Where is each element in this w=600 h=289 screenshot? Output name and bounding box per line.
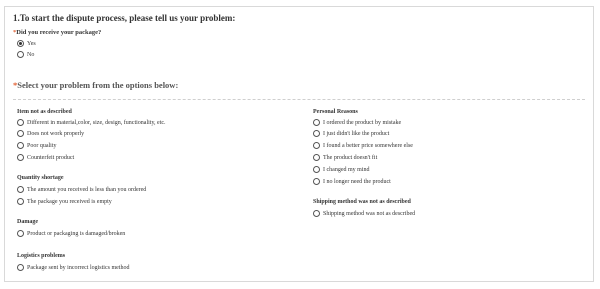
- radio-icon[interactable]: [313, 119, 320, 126]
- group-logistics: Logistics problems: [17, 253, 66, 259]
- radio-icon[interactable]: [17, 119, 24, 126]
- option-label: The amount you received is less than you…: [27, 186, 147, 193]
- option-label: Counterfeit product: [27, 154, 75, 161]
- radio-icon[interactable]: [17, 51, 24, 58]
- radio-icon[interactable]: [313, 178, 320, 185]
- received-no-option[interactable]: No: [17, 51, 34, 58]
- option-label: Product or packaging is damaged/broken: [27, 230, 126, 237]
- received-question-text: Did you receive your package?: [16, 29, 102, 36]
- option-label: I changed my mind: [323, 166, 370, 173]
- group-personal-reasons: Personal Reasons: [313, 109, 358, 115]
- option-ordered-mistake[interactable]: I ordered the product by mistake: [313, 119, 401, 126]
- radio-icon[interactable]: [17, 186, 24, 193]
- group-quantity-shortage: Quantity shortage: [17, 175, 64, 181]
- option-better-price[interactable]: I found a better price somewhere else: [313, 142, 413, 149]
- radio-icon[interactable]: [17, 264, 24, 271]
- option-damaged[interactable]: Product or packaging is damaged/broken: [17, 230, 125, 237]
- option-poor-quality[interactable]: Poor quality: [17, 142, 57, 149]
- option-doesnt-fit[interactable]: The product doesn't fit: [313, 154, 377, 161]
- option-label: The product doesn't fit: [323, 154, 378, 161]
- radio-icon[interactable]: [17, 130, 24, 137]
- received-no-label: No: [27, 51, 35, 58]
- option-label: Package sent by incorrect logistics meth…: [27, 264, 130, 271]
- group-item-not-described: Item not as described: [17, 109, 72, 115]
- radio-checked-icon[interactable]: [17, 40, 24, 47]
- received-question-label: *Did you receive your package?: [13, 29, 101, 36]
- option-didnt-like[interactable]: I just didn't like the product: [313, 130, 389, 137]
- radio-icon[interactable]: [17, 142, 24, 149]
- option-shipping-not-described[interactable]: Shipping method was not as described: [313, 210, 415, 217]
- option-label: I found a better price somewhere else: [323, 142, 413, 149]
- option-label: The package you received is empty: [27, 198, 112, 205]
- option-label: Shipping method was not as described: [323, 210, 416, 217]
- option-changed-mind[interactable]: I changed my mind: [313, 166, 370, 173]
- problem-section-title: *Select your problem from the options be…: [13, 80, 178, 90]
- option-package-empty[interactable]: The package you received is empty: [17, 198, 112, 205]
- group-damage: Damage: [17, 219, 38, 225]
- option-incorrect-logistics[interactable]: Package sent by incorrect logistics meth…: [17, 264, 129, 271]
- option-no-longer-need[interactable]: I no longer need the product: [313, 178, 391, 185]
- problem-heading-text: Select your problem from the options bel…: [17, 80, 179, 90]
- radio-icon[interactable]: [17, 154, 24, 161]
- option-label: Poor quality: [27, 142, 57, 149]
- radio-icon[interactable]: [313, 142, 320, 149]
- option-label: Different in material,color, size, desig…: [27, 119, 166, 126]
- radio-icon[interactable]: [17, 230, 24, 237]
- option-label: I no longer need the product: [323, 178, 391, 185]
- radio-icon[interactable]: [313, 130, 320, 137]
- radio-icon[interactable]: [313, 154, 320, 161]
- group-shipping-method: Shipping method was not as described: [313, 199, 411, 205]
- option-amount-less[interactable]: The amount you received is less than you…: [17, 186, 146, 193]
- option-label: Does not work properly: [27, 130, 85, 137]
- received-yes-option[interactable]: Yes: [17, 40, 36, 47]
- option-counterfeit[interactable]: Counterfeit product: [17, 154, 74, 161]
- option-label: I just didn't like the product: [323, 130, 390, 137]
- option-different-material[interactable]: Different in material,color, size, desig…: [17, 119, 166, 126]
- option-does-not-work[interactable]: Does not work properly: [17, 130, 84, 137]
- radio-icon[interactable]: [313, 210, 320, 217]
- radio-icon[interactable]: [17, 198, 24, 205]
- dispute-form-panel: 1.To start the dispute process, please t…: [4, 6, 594, 282]
- form-title: 1.To start the dispute process, please t…: [13, 13, 236, 23]
- section-divider: [13, 99, 585, 100]
- received-yes-label: Yes: [27, 40, 36, 47]
- option-label: I ordered the product by mistake: [323, 119, 402, 126]
- radio-icon[interactable]: [313, 166, 320, 173]
